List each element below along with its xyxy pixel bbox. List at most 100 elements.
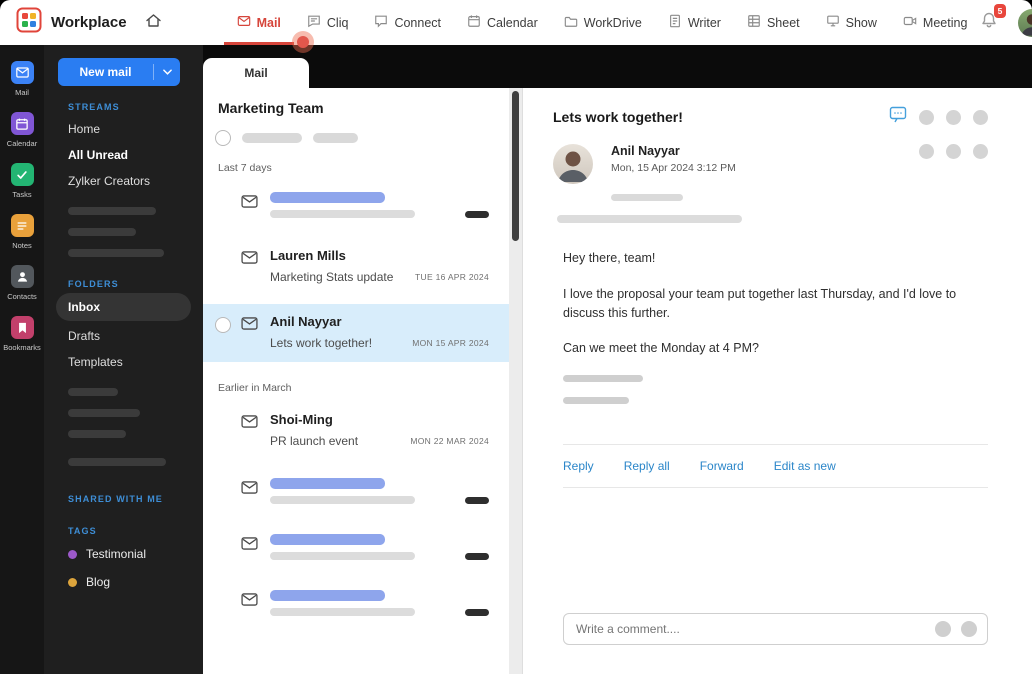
tag-color-dot (68, 577, 77, 587)
body-paragraph: I love the proposal your team put togeth… (563, 286, 957, 320)
mail-list-item-placeholder[interactable] (203, 580, 509, 628)
select-all-checkbox[interactable] (215, 130, 231, 146)
skeleton-bar (270, 534, 385, 545)
mailbox-title: Marketing Team (218, 100, 324, 116)
mail-list-item[interactable]: Shoi-Ming PR launch event MON 22 MAR 202… (203, 402, 509, 460)
scrollbar-thumb[interactable] (512, 91, 519, 241)
nav-meeting[interactable]: Meeting (890, 0, 980, 45)
rail-label-calendar: Calendar (6, 139, 38, 148)
user-avatar[interactable] (1018, 8, 1032, 37)
sender-block: Anil Nayyar Mon, 15 Apr 2024 3:12 PM (553, 144, 736, 184)
comment-action-button[interactable] (961, 621, 977, 637)
skeleton-bar (68, 207, 156, 215)
mail-list-item-placeholder[interactable] (203, 468, 509, 516)
mail-subject: PR launch event (270, 434, 359, 448)
new-mail-button[interactable]: New mail (58, 58, 180, 86)
skeleton-bar (557, 215, 742, 223)
rail-item-bookmarks[interactable]: Bookmarks (0, 316, 44, 352)
tag-color-dot (68, 549, 77, 559)
tab-mail[interactable]: Mail (203, 58, 309, 88)
envelope-icon (241, 415, 258, 433)
tab-strip: Mail (203, 45, 1032, 88)
rail-item-notes[interactable]: Notes (0, 214, 44, 250)
edit-as-new-link[interactable]: Edit as new (774, 459, 836, 473)
mail-list-item-placeholder[interactable] (203, 524, 509, 572)
calendar-icon (467, 14, 481, 31)
nav-mail[interactable]: Mail (223, 0, 294, 45)
tag-item-blog[interactable]: Blog (56, 568, 191, 596)
nav-show[interactable]: Show (813, 0, 890, 45)
message-toolbar (889, 106, 988, 128)
skeleton-bar (68, 430, 126, 438)
sidebar-item-drafts[interactable]: Drafts (56, 323, 191, 349)
video-camera-icon (903, 14, 917, 31)
mail-sender: Lauren Mills (270, 248, 346, 263)
envelope-icon (241, 195, 258, 213)
comment-input[interactable] (574, 621, 925, 637)
envelope-icon (241, 481, 258, 499)
brand-name: Workplace (51, 14, 127, 31)
nav-workdrive[interactable]: WorkDrive (551, 0, 655, 45)
mail-list-item[interactable]: Lauren Mills Marketing Stats update TUE … (203, 238, 509, 296)
skeleton-bar (68, 228, 136, 236)
rail-item-mail[interactable]: Mail (0, 61, 44, 97)
rail-item-tasks[interactable]: Tasks (0, 163, 44, 199)
notification-badge: 5 (993, 4, 1007, 18)
sidebar-item-zylker-creators[interactable]: Zylker Creators (56, 168, 191, 194)
rail-item-calendar[interactable]: Calendar (0, 112, 44, 148)
skeleton-bar (465, 608, 489, 616)
nav-writer[interactable]: Writer (655, 0, 734, 45)
sidebar-item-inbox[interactable]: Inbox (56, 293, 191, 321)
skeleton-bar (68, 388, 118, 396)
sender-avatar[interactable] (553, 144, 593, 184)
message-action-button[interactable] (946, 144, 961, 159)
rail-label-bookmarks: Bookmarks (3, 343, 41, 352)
mail-checkbox[interactable] (215, 317, 231, 333)
nav-calendar[interactable]: Calendar (454, 0, 551, 45)
mail-date: MON 15 APR 2024 (412, 338, 489, 348)
zoho-logo-icon (16, 7, 42, 38)
envelope-icon (241, 537, 258, 555)
message-subject: Lets work together! (553, 109, 683, 125)
sender-name: Anil Nayyar (611, 144, 680, 158)
skeleton-bar (270, 478, 385, 489)
message-action-button[interactable] (919, 144, 934, 159)
mail-list-item-selected[interactable]: Anil Nayyar Lets work together! MON 15 A… (203, 304, 509, 362)
sidebar-item-home[interactable]: Home (56, 116, 191, 142)
message-body: Hey there, team! I love the proposal you… (563, 249, 988, 358)
notifications-button[interactable]: 5 (980, 4, 1007, 34)
select-all-row (215, 130, 522, 146)
mail-subject: Lets work together! (270, 336, 373, 350)
nav-writer-label: Writer (687, 15, 721, 30)
rail-label-tasks: Tasks (12, 190, 32, 199)
nav-connect[interactable]: Connect (361, 0, 454, 45)
mail-list-item-placeholder[interactable] (203, 182, 509, 230)
message-action-button[interactable] (973, 144, 988, 159)
toolbar-action-button[interactable] (919, 109, 934, 125)
comment-icon[interactable] (889, 106, 907, 128)
tag-item-testimonial[interactable]: Testimonial (56, 540, 191, 568)
skeleton-bar (270, 192, 385, 203)
top-bar: Workplace Mail Cliq Connect Calendar Wor… (0, 0, 1032, 45)
reply-link[interactable]: Reply (563, 459, 594, 473)
sidebar-item-templates[interactable]: Templates (56, 349, 191, 375)
comment-action-button[interactable] (935, 621, 951, 637)
rail-item-contacts[interactable]: Contacts (0, 265, 44, 301)
app-switcher-nav: Mail Cliq Connect Calendar WorkDrive Wri… (223, 0, 981, 45)
nav-sheet[interactable]: Sheet (734, 0, 813, 45)
chevron-down-icon[interactable] (154, 69, 180, 75)
spreadsheet-icon (747, 14, 761, 31)
home-button[interactable] (145, 0, 162, 45)
reply-all-link[interactable]: Reply all (624, 459, 670, 473)
skeleton-bar (270, 210, 415, 218)
shared-section-label: SHARED WITH ME (68, 494, 163, 504)
app-rail: Mail Calendar Tasks Notes Contacts Bookm… (0, 45, 44, 674)
skeleton-bar (270, 608, 415, 616)
sidebar-item-all-unread[interactable]: All Unread (56, 142, 191, 168)
scrollbar-track[interactable] (509, 88, 522, 674)
toolbar-action-button[interactable] (946, 109, 961, 125)
forward-link[interactable]: Forward (700, 459, 744, 473)
mail-app-icon (10, 61, 34, 84)
mail-subject: Marketing Stats update (270, 270, 394, 284)
toolbar-action-button[interactable] (973, 109, 988, 125)
